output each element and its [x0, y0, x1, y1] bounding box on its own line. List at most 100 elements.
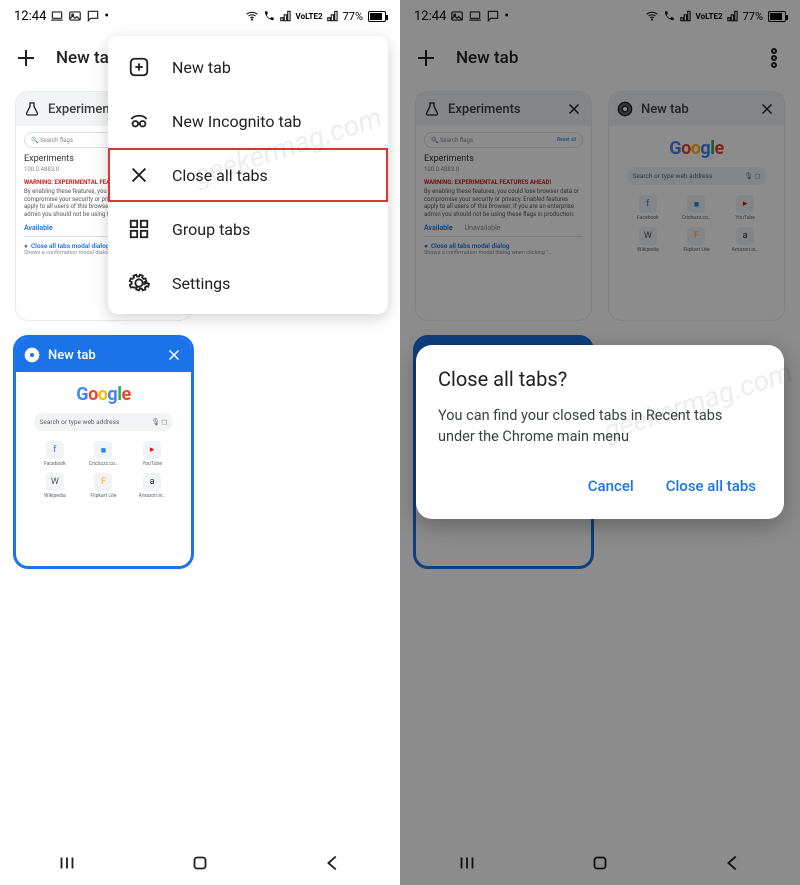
- tab-card-experiments[interactable]: Experiments 🔍 Search flagsReset all Expe…: [416, 92, 591, 320]
- shortcut-label: YouTube: [142, 461, 161, 467]
- shortcut-tile: WWikipedia: [34, 473, 77, 499]
- menu-label: New tab: [172, 58, 231, 77]
- status-time: 12:44: [414, 9, 446, 24]
- status-bar: 12:44 • VoLTE2 77%: [400, 0, 800, 32]
- subtab-unavailable: Unavailable: [465, 224, 501, 232]
- shortcut-label: Cricbuzz.co…: [682, 215, 711, 221]
- tab-title: New tab: [641, 102, 750, 117]
- overflow-menu-button[interactable]: [762, 46, 786, 70]
- tab-body-newtab: Google Search or type web address 🎙 ▢ fF…: [16, 372, 191, 566]
- signal-icon-2: [326, 9, 340, 23]
- shortcut-label: Amazon.in…: [732, 247, 759, 253]
- shortcut-label: Facebook: [637, 215, 659, 221]
- shortcut-icon: a: [143, 473, 161, 491]
- search-placeholder: Search or type web address: [633, 172, 713, 180]
- menu-label: Group tabs: [172, 220, 250, 239]
- status-bar: 12:44 • VoLTE2 77%: [0, 0, 400, 32]
- close-icon[interactable]: [165, 346, 183, 364]
- menu-close-all-tabs[interactable]: Close all tabs: [108, 148, 388, 202]
- status-right-cluster: VoLTE2 77%: [245, 9, 386, 23]
- tab-card-newtab[interactable]: New tab Google Search or type web addres…: [16, 338, 191, 566]
- menu-settings[interactable]: Settings: [108, 256, 388, 310]
- flag-entry-sub: Shows a confirmation modal dialog when c…: [424, 250, 583, 256]
- tab-switcher-toolbar: New tab: [400, 32, 800, 84]
- shortcut-tiles-right-top: fFacebook■Cricbuzz.co…▸YouTubeWWikipedia…: [627, 195, 767, 253]
- shortcut-icon: a: [736, 227, 754, 245]
- shortcut-icon: ■: [94, 441, 112, 459]
- close-icon[interactable]: [758, 100, 776, 118]
- chrome-icon: [24, 347, 40, 363]
- menu-incognito[interactable]: New Incognito tab: [108, 94, 388, 148]
- shortcut-tile: a Amazon.in…: [724, 227, 767, 253]
- shortcut-icon: W: [46, 473, 64, 491]
- back-button[interactable]: [722, 852, 744, 874]
- shortcut-icon: F: [687, 227, 705, 245]
- plus-icon[interactable]: [14, 46, 38, 70]
- plus-icon[interactable]: [414, 46, 438, 70]
- shortcut-label: Flipkart Lite: [683, 247, 709, 253]
- phone-right: geekermag.com 12:44 • VoLTE2 77% New tab: [400, 0, 800, 885]
- shortcut-tile: f Facebook: [34, 441, 77, 467]
- close-icon: [128, 164, 150, 186]
- flags-description: By enabling these features, you could lo…: [424, 188, 583, 218]
- menu-group-tabs[interactable]: Group tabs: [108, 202, 388, 256]
- shortcut-label: YouTube: [735, 215, 754, 221]
- shortcut-tile: F Flipkart Lite: [675, 227, 718, 253]
- chat-icon: [86, 9, 100, 23]
- back-button[interactable]: [322, 852, 344, 874]
- flags-heading: Experiments: [424, 154, 583, 164]
- close-all-tabs-dialog: Close all tabs? You can find your closed…: [416, 345, 784, 519]
- menu-label: Close all tabs: [172, 166, 268, 185]
- dialog-title: Close all tabs?: [438, 367, 762, 391]
- shortcut-tile: W Wikipedia: [627, 227, 670, 253]
- search-box: Search or type web address 🎙 ▢: [627, 167, 767, 185]
- wifi-calling-icon: [662, 9, 676, 23]
- tab-header: Experiments: [416, 92, 591, 126]
- battery-icon: [368, 11, 386, 22]
- flag-entry: ●Close all tabs modal dialog: [424, 242, 583, 250]
- shortcut-label: Wikipedia: [637, 247, 659, 253]
- android-navbar: [400, 841, 800, 885]
- home-button[interactable]: [589, 852, 611, 874]
- reset-all: Reset all: [557, 137, 576, 143]
- close-icon[interactable]: [565, 100, 583, 118]
- tab-card-newtab[interactable]: New tab Google Search or type web addres…: [609, 92, 784, 320]
- shortcut-label: Flipkart Lite: [90, 493, 116, 499]
- search-right-icons: 🎙 ▢: [744, 172, 760, 180]
- more-dot: •: [504, 8, 509, 24]
- status-time: 12:44: [14, 9, 46, 24]
- phone-left: geekermag.com 12:44 • VoLTE2 77% New tab: [0, 0, 400, 885]
- shortcut-tile: ■ Cricbuzz.co…: [82, 441, 125, 467]
- close-all-tabs-button[interactable]: Close all tabs: [662, 471, 760, 501]
- flask-icon: [24, 101, 40, 117]
- shortcut-icon: ▸: [736, 195, 754, 213]
- dialog-message: You can find your closed tabs in Recent …: [438, 405, 762, 447]
- google-logo: Google: [669, 138, 723, 159]
- chat-icon: [486, 9, 500, 23]
- shortcut-label: Cricbuzz.co…: [89, 461, 118, 467]
- tab-title: Experiments: [448, 102, 557, 117]
- network-label: VoLTE2: [296, 12, 323, 21]
- shortcut-tile: aAmazon.in…: [131, 473, 174, 499]
- home-button[interactable]: [189, 852, 211, 874]
- recents-button[interactable]: [56, 852, 78, 874]
- search-placeholder: Search or type web address: [40, 418, 120, 426]
- subtab-available: Available: [424, 224, 453, 232]
- subtab-available: Available: [24, 224, 53, 232]
- shortcut-icon: ▸: [143, 441, 161, 459]
- menu-new-tab[interactable]: New tab: [108, 40, 388, 94]
- menu-label: New Incognito tab: [172, 112, 301, 131]
- shortcut-icon: f: [46, 441, 64, 459]
- laptop-icon: [50, 9, 64, 23]
- toolbar-title[interactable]: New tab: [456, 48, 518, 68]
- menu-label: Settings: [172, 274, 230, 293]
- tab-header: New tab: [609, 92, 784, 126]
- cancel-button[interactable]: Cancel: [584, 471, 638, 501]
- tab-body-newtab: Google Search or type web address 🎙 ▢ fF…: [609, 126, 784, 320]
- flags-warning: WARNING: EXPERIMENTAL FEATURES AHEAD!: [424, 179, 583, 186]
- laptop-icon: [468, 9, 482, 23]
- shortcut-label: Facebook: [44, 461, 66, 467]
- search-box: Search or type web address 🎙 ▢: [34, 413, 174, 431]
- recents-button[interactable]: [456, 852, 478, 874]
- shortcut-icon: W: [639, 227, 657, 245]
